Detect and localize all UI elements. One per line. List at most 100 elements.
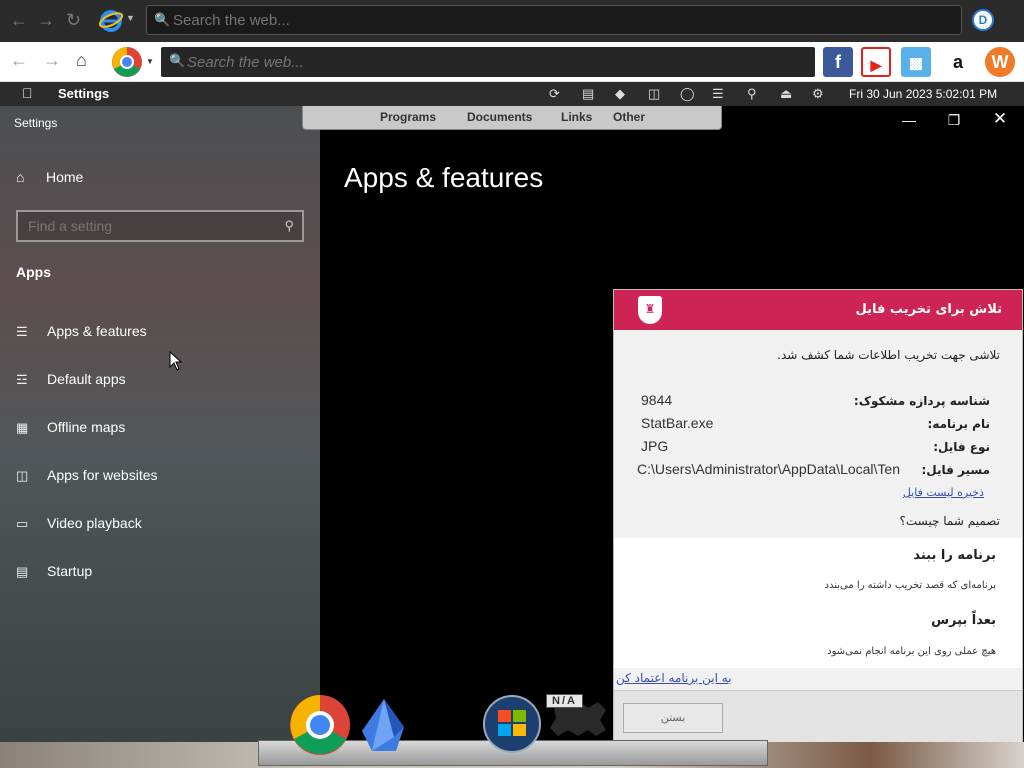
profile-initial: D xyxy=(978,13,988,27)
sidebar-item-apps-features[interactable]: ☰ Apps & features xyxy=(16,319,147,343)
web-search-input[interactable] xyxy=(161,47,815,77)
sidebar-item-label: Default apps xyxy=(47,371,126,387)
browser-top-bar: ← → ↻ ▼ 🔍 D xyxy=(0,0,1024,42)
detail-label: مسیر فایل: xyxy=(921,463,990,477)
search-icon: 🔍 xyxy=(169,53,186,68)
option-description: برنامه‌ای که قصد تخریب داشته را می‌بندد xyxy=(824,580,997,591)
wordpress-icon[interactable]: ◯ xyxy=(680,86,695,102)
sidebar-item-label: Offline maps xyxy=(47,419,126,435)
detail-row-program: نام برنامه: StatBar.exe xyxy=(640,415,990,435)
menubar-clock[interactable]: Fri 30 Jun 2023 5:02:01 PM xyxy=(849,87,997,101)
ie-icon[interactable] xyxy=(98,7,124,33)
spotlight-search-icon[interactable]: ⚲ xyxy=(747,86,757,102)
trust-program-link[interactable]: به این برنامه اعتماد کن xyxy=(616,671,732,685)
profile-avatar[interactable]: D xyxy=(972,9,994,31)
sync-icon[interactable]: ⟳ xyxy=(549,86,560,102)
startup-icon: ▤ xyxy=(16,564,29,579)
find-setting-input[interactable] xyxy=(18,212,302,240)
sidebar-item-video-playback[interactable]: ▭ Video playback xyxy=(16,511,142,535)
list-icon: ☰ xyxy=(16,324,28,339)
close-button[interactable]: بستن xyxy=(623,703,723,733)
link-window-icon: ◫ xyxy=(16,468,29,483)
save-file-list-link[interactable]: ذخیره لیست فایل xyxy=(903,486,984,499)
search-toolbar: ← → ⌂ ▼ 🔍 f ▶ ▩ a W xyxy=(0,42,1024,82)
detail-value: 9844 xyxy=(641,392,673,408)
dock-menu-programs[interactable]: Programs xyxy=(380,110,436,124)
monitor-icon[interactable]: ▤ xyxy=(582,86,594,102)
dialog-title: تلاش برای تخریب فایل xyxy=(855,302,1002,317)
dock-menu-other[interactable]: Other xyxy=(613,110,645,124)
forward-arrow-icon[interactable]: → xyxy=(43,50,61,71)
diamond-icon[interactable]: ◆ xyxy=(615,86,625,102)
crystal-dock-icon[interactable] xyxy=(356,697,412,755)
web-search-field[interactable]: 🔍 xyxy=(161,47,815,77)
settings-sidebar: Settings ⌂ Home ⚲ Apps ☰ Apps & features ☲… xyxy=(0,106,320,742)
window-title: Settings xyxy=(14,116,58,130)
home-icon[interactable]: ⌂ xyxy=(76,50,87,71)
home-label: Home xyxy=(46,169,84,185)
chevron-down-icon[interactable]: ▼ xyxy=(146,57,154,66)
sidebar-item-startup[interactable]: ▤ Startup xyxy=(16,559,92,583)
games-icon[interactable]: ▩ xyxy=(901,47,931,77)
forward-arrow-icon[interactable]: → xyxy=(37,10,55,31)
option-title: بعداً بپرس xyxy=(931,613,996,628)
top-search-input[interactable] xyxy=(147,6,961,34)
shield-icon: ♜ xyxy=(638,296,662,324)
sidebar-item-home[interactable]: ⌂ Home xyxy=(16,169,83,185)
refresh-icon[interactable]: ↻ xyxy=(66,10,81,31)
w-icon[interactable]: W xyxy=(985,47,1015,77)
minimize-icon[interactable]: — xyxy=(894,112,924,128)
option-description: هیچ عملی روی این برنامه انجام نمی‌شود xyxy=(827,646,996,657)
cube-icon[interactable]: ◫ xyxy=(648,86,660,102)
decision-question: تصمیم شما چیست؟ xyxy=(899,514,1000,528)
dock-category-menu: Programs Documents Links Other xyxy=(302,106,722,130)
detail-value: StatBar.exe xyxy=(641,415,714,431)
facebook-icon[interactable]: f xyxy=(823,47,853,77)
sidebar-item-label: Video playback xyxy=(47,515,142,531)
option-ask-later[interactable]: بعداً بپرس هیچ عملی روی این برنامه انجام… xyxy=(614,602,1022,668)
sidebar-item-default-apps[interactable]: ☲ Default apps xyxy=(16,367,126,391)
section-heading: Apps xyxy=(16,264,51,280)
top-search-field[interactable]: 🔍 xyxy=(146,5,962,35)
windows-dock-icon[interactable] xyxy=(482,694,542,754)
chevron-down-icon[interactable]: ▼ xyxy=(126,13,135,23)
sidebar-item-label: Apps for websites xyxy=(47,467,158,483)
sidebar-item-label: Startup xyxy=(47,563,93,579)
dock-menu-documents[interactable]: Documents xyxy=(467,110,532,124)
detail-label: نوع فایل: xyxy=(933,440,990,454)
detail-value: C:\Users\Administrator\AppData\Local\Ten xyxy=(637,461,900,477)
chrome-dock-icon[interactable] xyxy=(288,693,352,757)
dialog-message: تلاشی جهت تخریب اطلاعات شما کشف شد. xyxy=(777,348,1000,362)
sidebar-item-offline-maps[interactable]: ▦ Offline maps xyxy=(16,415,125,439)
control-center-icon[interactable]: ⚙ xyxy=(812,86,824,102)
find-setting-field[interactable]: ⚲ xyxy=(16,210,304,242)
active-app-name[interactable]: Settings xyxy=(58,86,109,101)
option-close-program[interactable]: برنامه را ببند برنامه‌ای که قصد تخریب دا… xyxy=(614,538,1022,602)
sidebar-item-apps-for-websites[interactable]: ◫ Apps for websites xyxy=(16,463,158,487)
detail-row-pid: شناسه پردازه مشکوک: 9844 xyxy=(640,392,990,412)
search-icon: 🔍 xyxy=(154,12,171,27)
maximize-icon[interactable]: ❐ xyxy=(939,112,969,129)
close-icon[interactable]: ✕ xyxy=(985,109,1015,129)
dialog-footer: بستن xyxy=(614,690,1022,742)
chrome-icon[interactable] xyxy=(111,46,143,78)
option-title: برنامه را ببند xyxy=(913,548,996,563)
dock-menu-links[interactable]: Links xyxy=(561,110,592,124)
eject-icon[interactable]: ⏏ xyxy=(780,86,792,102)
apple-icon[interactable]:  xyxy=(22,85,33,101)
back-arrow-icon[interactable]: ← xyxy=(10,50,28,71)
options-list: برنامه را ببند برنامه‌ای که قصد تخریب دا… xyxy=(614,538,1022,668)
video-icon: ▭ xyxy=(16,516,29,531)
system-menubar:  Settings ⟳ ▤ ◆ ◫ ◯ ☰ ⚲ ⏏ ⚙ Fri 30 Jun … xyxy=(0,82,1024,106)
back-arrow-icon[interactable]: ← xyxy=(10,10,28,31)
amazon-icon[interactable]: a xyxy=(943,47,973,77)
sidebar-item-label: Apps & features xyxy=(47,323,147,339)
search-icon: ⚲ xyxy=(284,218,294,233)
map-icon: ▦ xyxy=(16,420,29,435)
sidebar-icon[interactable]: ☰ xyxy=(712,86,724,102)
detail-value: JPG xyxy=(641,438,669,454)
na-dock-icon[interactable]: N/A xyxy=(544,694,612,740)
youtube-icon[interactable]: ▶ xyxy=(861,47,891,77)
detail-row-path: مسیر فایل: C:\Users\Administrator\AppDat… xyxy=(637,461,990,481)
na-badge: N/A xyxy=(546,694,583,708)
